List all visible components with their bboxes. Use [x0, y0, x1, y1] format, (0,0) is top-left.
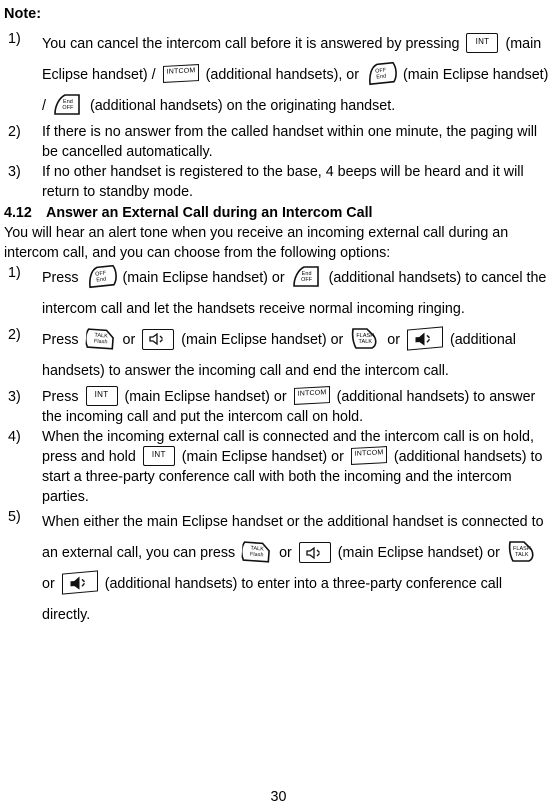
- note1-text-a: You can cancel the intercom call before …: [42, 36, 460, 52]
- s1-text-e: incoming ringing.: [356, 301, 465, 317]
- list-marker: 3): [8, 389, 21, 405]
- key-outline-shape: [88, 264, 117, 288]
- note1-text-e: (additional handsets) on the: [89, 98, 267, 114]
- s4-text-c: (main Eclipse handset) or: [181, 449, 344, 466]
- intcom-key-icon: INTCOM: [350, 445, 387, 465]
- key-outline-shape: [54, 93, 80, 115]
- list-item-body: You can cancel the intercom call before …: [42, 29, 551, 122]
- note1-text-c: (additional handsets), or: [205, 67, 360, 83]
- key-outline-shape: [292, 265, 319, 287]
- s5-text-a: When either the main Eclipse handset or …: [42, 514, 458, 531]
- int-key-label: INT: [94, 390, 109, 400]
- s1-text-c: (additional handsets) to: [328, 270, 478, 286]
- s5-text-f: or: [42, 576, 55, 593]
- list-item: 1) Press OFF End (main Eclipse handset) …: [4, 263, 551, 325]
- list-marker: 4): [8, 429, 21, 446]
- list-item: 1) You can cancel the intercom call befo…: [4, 29, 551, 122]
- intcom-key-label: INTCOM: [354, 449, 384, 458]
- list-marker: 1): [8, 31, 21, 47]
- speaker-glyph: [70, 576, 85, 590]
- int-key-label: INT: [475, 37, 490, 47]
- speaker-key-icon: [142, 328, 175, 350]
- list-item: 5) When either the main Eclipse handset …: [4, 507, 551, 631]
- talk-flash-key-icon: TALK Flash: [84, 326, 117, 351]
- s2-text-c: (main Eclipse handset) or: [181, 332, 344, 348]
- list-marker: 1): [8, 265, 21, 281]
- off-end-key-icon: OFF End: [365, 60, 397, 86]
- note-heading: Note:: [4, 6, 42, 22]
- s5-text-e: Eclipse handset) or: [377, 545, 500, 562]
- list-item-body: When either the main Eclipse handset or …: [42, 507, 551, 631]
- s1-text-b: (main Eclipse handset) or: [122, 270, 285, 286]
- speaker-glyph: [415, 331, 431, 345]
- talk-flash-key-icon: TALK Flash: [241, 539, 273, 564]
- key-outline-shape: [352, 327, 377, 349]
- flash-talk-key-icon: FLASH TALK: [350, 327, 380, 350]
- int-key-icon: INT: [85, 386, 118, 407]
- list-marker: 2): [8, 327, 21, 343]
- list-item-body: Press OFF End (main Eclipse handset) or …: [42, 263, 551, 325]
- list-marker: 3): [8, 164, 21, 180]
- intcom-key-label: INTCOM: [297, 388, 327, 398]
- section-heading: 4.12 Answer an External Call during an In…: [4, 203, 551, 223]
- intcom-key-label: INTCOM: [166, 66, 196, 76]
- intcom-key-icon: INTCOM: [293, 385, 330, 405]
- key-outline-shape: [84, 328, 114, 350]
- list-item: 3) Press INT (main Eclipse handset) or I…: [4, 385, 551, 427]
- list-item-body: If no other handset is registered to the…: [42, 164, 524, 200]
- list-item: 2) Press TALK Flash or (main Eclipse han…: [4, 325, 551, 387]
- list-item-body: When the incoming external call is conne…: [42, 427, 551, 507]
- key-outline-shape: [369, 61, 397, 85]
- intcom-key-icon: INTCOM: [162, 63, 199, 83]
- list-item: 4) When the incoming external call is co…: [4, 427, 551, 507]
- list-marker: 2): [8, 124, 21, 140]
- speaker-filled-key-icon: [61, 570, 98, 595]
- section-intro: You will hear an alert tone when you rec…: [4, 225, 509, 261]
- end-off-key-icon: End OFF: [53, 93, 83, 116]
- s5-text-d: (main: [337, 545, 374, 562]
- int-key-label: INT: [151, 450, 166, 460]
- section-number: 4.12: [4, 205, 32, 221]
- list-item: 3) If no other handset is registered to …: [4, 162, 551, 202]
- list-item-body: If there is no answer from the called ha…: [42, 124, 538, 160]
- s2-text-a: Press: [42, 332, 79, 348]
- s2-text-b: or: [122, 332, 136, 348]
- speaker-key-icon: [298, 542, 331, 564]
- list-marker: 5): [8, 509, 21, 526]
- document-page: Note: 1) You can cancel the intercom cal…: [0, 0, 557, 812]
- page-number: 30: [270, 789, 287, 805]
- s2-text-d: or: [387, 332, 400, 348]
- s2-text-f: intercom call.: [364, 363, 449, 379]
- off-end-key-icon: OFF End: [84, 263, 117, 289]
- int-key-icon: INT: [466, 33, 499, 54]
- section-title: Answer an External Call during an Interc…: [46, 205, 373, 221]
- list-item: 2) If there is no answer from the called…: [4, 122, 551, 162]
- key-outline-shape: [241, 541, 271, 563]
- end-off-key-icon: End OFF: [292, 265, 322, 288]
- key-outline-shape: [508, 541, 534, 562]
- speaker-filled-key-icon: [406, 326, 443, 351]
- flash-talk-key-icon: FLASH TALK: [507, 540, 537, 563]
- s4-text-a: When the incoming external call is conne…: [42, 429, 465, 446]
- speaker-glyph: [306, 546, 320, 559]
- list-item-body: Press TALK Flash or (main Eclipse handse…: [42, 325, 551, 387]
- list-item-body: Press INT (main Eclipse handset) or INTC…: [42, 385, 551, 427]
- s5-text-g: (additional handsets) to enter into: [104, 576, 317, 593]
- s3-text-b: (main Eclipse handset) or: [124, 389, 287, 405]
- s3-text-c: (additional handsets) to: [336, 389, 486, 405]
- speaker-glyph: [149, 333, 164, 346]
- int-key-icon: INT: [142, 446, 175, 467]
- s1-text-a: Press: [42, 270, 79, 286]
- note1-text-f: originating handset.: [270, 98, 396, 114]
- s5-text-c: or: [279, 545, 292, 562]
- s3-text-a: Press: [42, 389, 79, 405]
